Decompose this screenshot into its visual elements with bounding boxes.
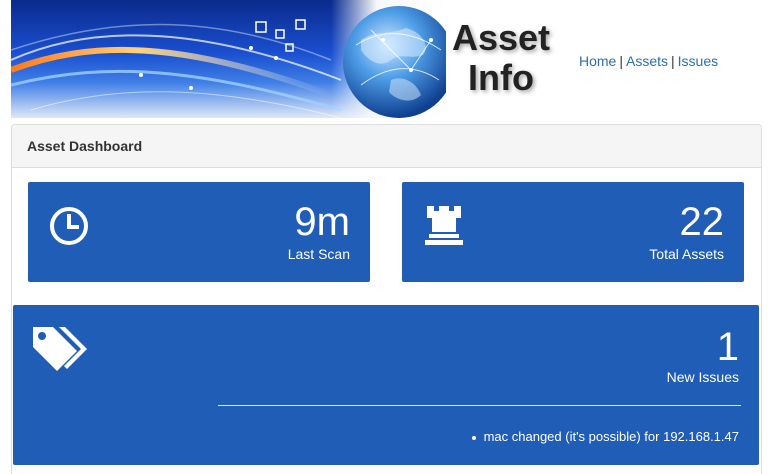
top-nav: Home | Assets | Issues xyxy=(579,53,718,69)
last-scan-card: 9m Last Scan xyxy=(28,182,370,282)
total-assets-label: Total Assets xyxy=(649,246,724,262)
clock-icon xyxy=(48,205,90,252)
brand-line2: Info xyxy=(468,57,534,98)
banner-image xyxy=(11,0,446,118)
rook-icon xyxy=(422,202,466,251)
nav-separator: | xyxy=(671,53,675,69)
dashboard-panel: Asset Dashboard 9m Last Scan 22 Total As… xyxy=(11,124,762,474)
total-assets-value: 22 xyxy=(679,200,725,244)
last-scan-label: Last Scan xyxy=(287,246,350,262)
issue-item: mac changed (it's possible) for 192.168.… xyxy=(470,429,739,444)
new-issues-value: 1 xyxy=(716,325,739,369)
issues-list: mac changed (it's possible) for 192.168.… xyxy=(470,429,739,444)
nav-separator: | xyxy=(619,53,623,69)
brand-line1: Asset xyxy=(451,17,551,58)
globe-graphic xyxy=(343,6,446,118)
issues-divider xyxy=(218,405,741,406)
last-scan-value: 9m xyxy=(294,200,350,244)
nav-assets-link[interactable]: Assets xyxy=(626,53,668,69)
panel-title: Asset Dashboard xyxy=(12,125,761,168)
new-issues-label: New Issues xyxy=(666,369,739,385)
total-assets-card: 22 Total Assets xyxy=(402,182,744,282)
brand-logo-text: Asset Info xyxy=(446,18,556,98)
tags-icon xyxy=(31,323,87,376)
new-issues-card: 1 New Issues mac changed (it's possible)… xyxy=(13,305,759,465)
nav-issues-link[interactable]: Issues xyxy=(678,53,718,69)
nav-home-link[interactable]: Home xyxy=(579,53,616,69)
